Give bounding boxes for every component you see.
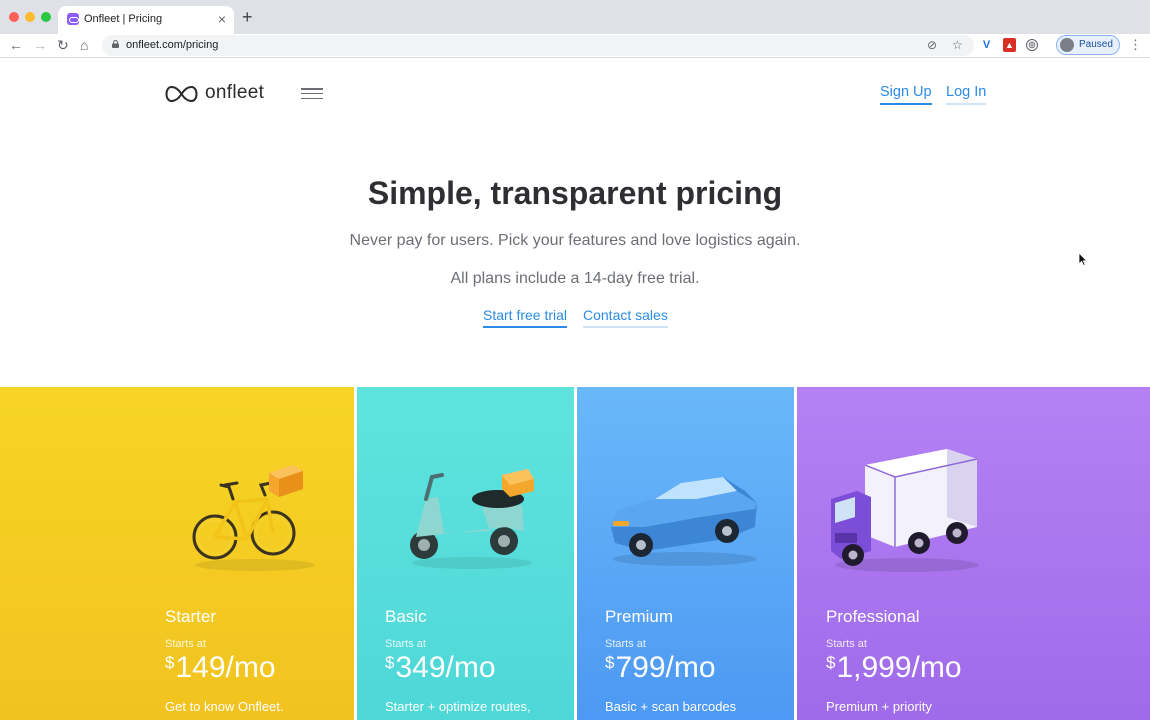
plan-price: $799/mo xyxy=(605,651,716,685)
plan-card-basic[interactable]: Basic Starts at $349/mo Starter + optimi… xyxy=(357,387,574,720)
sign-up-link[interactable]: Sign Up xyxy=(880,84,932,105)
bookmark-star-icon[interactable]: ☆ xyxy=(952,37,963,53)
plan-currency: $ xyxy=(826,653,836,672)
plan-price-value: 349/mo xyxy=(395,651,496,684)
plan-description: Get to know Onfleet. xyxy=(165,699,284,714)
plan-name: Starter xyxy=(165,607,217,626)
plan-price-value: 149/mo xyxy=(175,651,276,684)
browser-toolbar: ← → ↻ ⌂ onfleet.com/pricing ⊘ ☆ V ▲ ◎ Pa… xyxy=(0,34,1150,58)
plan-starts-at-label: Starts at xyxy=(826,638,867,650)
start-free-trial-link[interactable]: Start free trial xyxy=(483,307,568,328)
plan-name: Basic xyxy=(385,607,427,626)
scooter-illustration-icon xyxy=(410,469,534,569)
tracking-eye-slash-icon[interactable]: ⊘ xyxy=(927,37,937,53)
url-text: onfleet.com/pricing xyxy=(126,39,219,51)
plan-price-value: 799/mo xyxy=(615,651,716,684)
plan-currency: $ xyxy=(165,653,175,672)
browser-tab[interactable]: Onfleet | Pricing × xyxy=(58,6,234,34)
plan-card-professional[interactable]: Professional Starts at $1,999/mo Premium… xyxy=(797,387,1150,720)
profile-button[interactable]: Paused xyxy=(1056,35,1120,55)
plan-card-premium[interactable]: Premium Starts at $799/mo Basic + scan b… xyxy=(577,387,794,720)
trial-note: All plans include a 14-day free trial. xyxy=(450,270,700,287)
plan-name: Premium xyxy=(605,607,674,626)
contact-sales-link[interactable]: Contact sales xyxy=(583,307,668,328)
plan-currency: $ xyxy=(605,653,615,672)
back-arrow-icon[interactable]: ← xyxy=(9,37,23,53)
tab-title: Onfleet | Pricing xyxy=(84,13,163,25)
maximize-window-button[interactable] xyxy=(41,12,51,22)
hamburger-menu-icon[interactable] xyxy=(301,88,323,100)
plan-price: $349/mo xyxy=(385,651,496,685)
forward-arrow-icon[interactable]: → xyxy=(33,37,47,53)
extension-red-icon[interactable]: ▲ xyxy=(1003,38,1016,52)
plan-price: $1,999/mo xyxy=(826,651,962,685)
browser-tab-bar: Onfleet | Pricing × + xyxy=(0,0,1150,34)
lock-icon xyxy=(112,40,119,48)
plan-description: Basic + scan barcodes xyxy=(605,699,737,714)
hero-subtitle: Never pay for users. Pick your features … xyxy=(349,232,801,249)
close-tab-icon[interactable]: × xyxy=(218,11,226,27)
infinity-logo-icon xyxy=(165,85,198,103)
minimize-window-button[interactable] xyxy=(25,12,35,22)
plan-description: Starter + optimize routes, xyxy=(385,699,531,714)
plan-name: Professional xyxy=(826,607,920,626)
browser-menu-icon[interactable]: ⋮ xyxy=(1129,37,1142,53)
truck-illustration-icon xyxy=(831,449,979,572)
logo-text: onfleet xyxy=(205,82,265,103)
extension-v-icon[interactable]: V xyxy=(980,38,993,52)
bicycle-illustration-icon xyxy=(192,465,315,571)
plan-currency: $ xyxy=(385,653,395,672)
car-illustration-icon xyxy=(611,477,757,566)
plan-price: $149/mo xyxy=(165,651,276,685)
avatar xyxy=(1060,38,1074,52)
plan-card-starter[interactable]: Starter Starts at $149/mo Get to know On… xyxy=(0,387,354,720)
mouse-cursor-icon xyxy=(1078,252,1088,266)
onfleet-favicon-icon xyxy=(67,13,79,25)
new-tab-icon[interactable]: + xyxy=(242,7,253,27)
plan-starts-at-label: Starts at xyxy=(165,638,206,650)
plan-starts-at-label: Starts at xyxy=(605,638,646,650)
plan-starts-at-label: Starts at xyxy=(385,638,426,650)
address-bar[interactable]: onfleet.com/pricing ⊘ ☆ xyxy=(102,35,974,56)
plan-description: Premium + priority xyxy=(826,699,932,714)
reload-icon[interactable]: ↻ xyxy=(57,37,69,53)
page-title: Simple, transparent pricing xyxy=(367,175,783,211)
extension-circle-icon[interactable]: ◎ xyxy=(1026,39,1038,51)
page-content: onfleet Sign Up Log In Simple, transpare… xyxy=(0,59,1150,720)
close-window-button[interactable] xyxy=(9,12,19,22)
log-in-link[interactable]: Log In xyxy=(946,84,987,105)
home-icon[interactable]: ⌂ xyxy=(80,37,88,53)
plan-price-value: 1,999/mo xyxy=(836,651,962,684)
profile-status-label: Paused xyxy=(1079,39,1113,50)
